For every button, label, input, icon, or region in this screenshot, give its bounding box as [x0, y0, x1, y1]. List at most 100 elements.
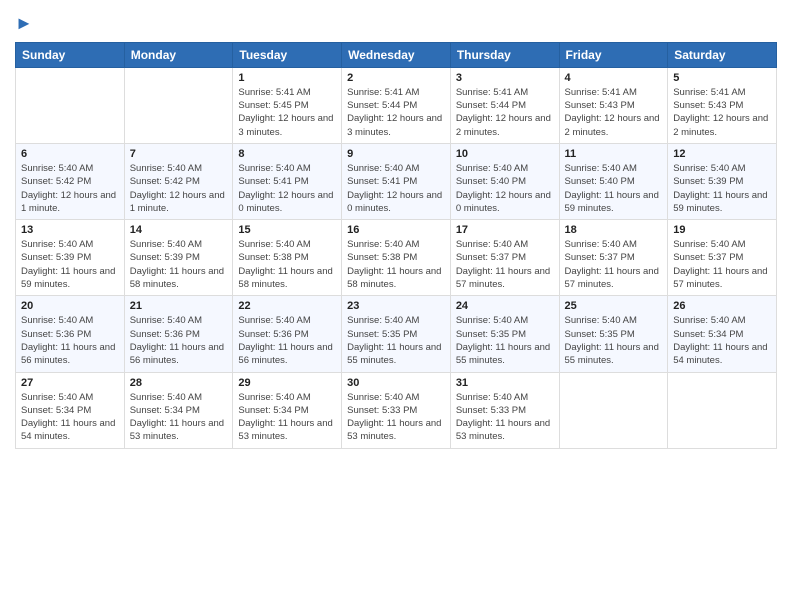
day-number: 11: [565, 148, 663, 160]
day-info: Sunrise: 5:40 AM Sunset: 5:39 PM Dayligh…: [673, 162, 771, 215]
logo-text: ►: [15, 14, 33, 34]
calendar-day-cell: 21 Sunrise: 5:40 AM Sunset: 5:36 PM Dayli…: [124, 296, 233, 372]
day-info: Sunrise: 5:40 AM Sunset: 5:33 PM Dayligh…: [347, 391, 445, 444]
day-number: 9: [347, 148, 445, 160]
day-info: Sunrise: 5:40 AM Sunset: 5:34 PM Dayligh…: [238, 391, 336, 444]
day-number: 28: [130, 377, 228, 389]
calendar-day-cell: 19 Sunrise: 5:40 AM Sunset: 5:37 PM Dayli…: [668, 220, 777, 296]
day-info: Sunrise: 5:41 AM Sunset: 5:44 PM Dayligh…: [347, 86, 445, 139]
day-number: 23: [347, 300, 445, 312]
calendar-day-cell: 15Sunrise: 5:40 AM Sunset: 5:38 PM Dayli…: [233, 220, 342, 296]
day-info: Sunrise: 5:41 AM Sunset: 5:43 PM Dayligh…: [565, 86, 663, 139]
day-info: Sunrise: 5:40 AM Sunset: 5:40 PM Dayligh…: [565, 162, 663, 215]
calendar-day-cell: 30 Sunrise: 5:40 AM Sunset: 5:33 PM Dayli…: [342, 372, 451, 448]
day-number: 24: [456, 300, 554, 312]
calendar-day-cell: 13 Sunrise: 5:40 AM Sunset: 5:39 PM Dayli…: [16, 220, 125, 296]
day-number: 29: [238, 377, 336, 389]
calendar-day-cell: 5Sunrise: 5:41 AM Sunset: 5:43 PM Daylig…: [668, 67, 777, 143]
calendar-day-cell: 27 Sunrise: 5:40 AM Sunset: 5:34 PM Dayli…: [16, 372, 125, 448]
calendar-day-cell: [124, 67, 233, 143]
calendar-day-cell: 18 Sunrise: 5:40 AM Sunset: 5:37 PM Dayli…: [559, 220, 668, 296]
calendar-day-cell: 3 Sunrise: 5:41 AM Sunset: 5:44 PM Daylig…: [450, 67, 559, 143]
day-number: 21: [130, 300, 228, 312]
calendar-week-row: 13 Sunrise: 5:40 AM Sunset: 5:39 PM Dayli…: [16, 220, 777, 296]
day-of-week-header: Sunday: [16, 42, 125, 67]
day-info: Sunrise: 5:40 AM Sunset: 5:39 PM Dayligh…: [21, 238, 119, 291]
day-info: Sunrise: 5:40 AM Sunset: 5:38 PM Dayligh…: [238, 238, 336, 291]
calendar-day-cell: 24 Sunrise: 5:40 AM Sunset: 5:35 PM Dayli…: [450, 296, 559, 372]
day-number: 22: [238, 300, 336, 312]
day-info: Sunrise: 5:40 AM Sunset: 5:36 PM Dayligh…: [238, 314, 336, 367]
calendar-day-cell: 7 Sunrise: 5:40 AM Sunset: 5:42 PM Daylig…: [124, 143, 233, 219]
calendar-day-cell: 26 Sunrise: 5:40 AM Sunset: 5:34 PM Dayli…: [668, 296, 777, 372]
day-info: Sunrise: 5:40 AM Sunset: 5:41 PM Dayligh…: [238, 162, 336, 215]
day-info: Sunrise: 5:40 AM Sunset: 5:34 PM Dayligh…: [21, 391, 119, 444]
calendar-day-cell: 14Sunrise: 5:40 AM Sunset: 5:39 PM Dayli…: [124, 220, 233, 296]
calendar-day-cell: 25 Sunrise: 5:40 AM Sunset: 5:35 PM Dayli…: [559, 296, 668, 372]
day-info: Sunrise: 5:40 AM Sunset: 5:35 PM Dayligh…: [565, 314, 663, 367]
day-number: 13: [21, 224, 119, 236]
day-info: Sunrise: 5:41 AM Sunset: 5:43 PM Dayligh…: [673, 86, 771, 139]
day-info: Sunrise: 5:40 AM Sunset: 5:40 PM Dayligh…: [456, 162, 554, 215]
day-number: 27: [21, 377, 119, 389]
calendar: SundayMondayTuesdayWednesdayThursdayFrid…: [15, 42, 777, 449]
day-info: Sunrise: 5:40 AM Sunset: 5:34 PM Dayligh…: [130, 391, 228, 444]
calendar-week-row: 27 Sunrise: 5:40 AM Sunset: 5:34 PM Dayli…: [16, 372, 777, 448]
day-info: Sunrise: 5:40 AM Sunset: 5:39 PM Dayligh…: [130, 238, 228, 291]
logo: ►: [15, 14, 33, 34]
day-number: 26: [673, 300, 771, 312]
day-number: 18: [565, 224, 663, 236]
day-info: Sunrise: 5:41 AM Sunset: 5:44 PM Dayligh…: [456, 86, 554, 139]
day-number: 19: [673, 224, 771, 236]
day-info: Sunrise: 5:40 AM Sunset: 5:35 PM Dayligh…: [456, 314, 554, 367]
day-number: 31: [456, 377, 554, 389]
day-info: Sunrise: 5:41 AM Sunset: 5:45 PM Dayligh…: [238, 86, 336, 139]
calendar-day-cell: 9 Sunrise: 5:40 AM Sunset: 5:41 PM Daylig…: [342, 143, 451, 219]
calendar-day-cell: 23 Sunrise: 5:40 AM Sunset: 5:35 PM Dayli…: [342, 296, 451, 372]
day-info: Sunrise: 5:40 AM Sunset: 5:42 PM Dayligh…: [130, 162, 228, 215]
calendar-day-cell: 29 Sunrise: 5:40 AM Sunset: 5:34 PM Dayli…: [233, 372, 342, 448]
calendar-header-row: SundayMondayTuesdayWednesdayThursdayFrid…: [16, 42, 777, 67]
calendar-day-cell: 31 Sunrise: 5:40 AM Sunset: 5:33 PM Dayli…: [450, 372, 559, 448]
header: ►: [15, 10, 777, 34]
day-info: Sunrise: 5:40 AM Sunset: 5:34 PM Dayligh…: [673, 314, 771, 367]
calendar-day-cell: 22 Sunrise: 5:40 AM Sunset: 5:36 PM Dayli…: [233, 296, 342, 372]
calendar-day-cell: 16Sunrise: 5:40 AM Sunset: 5:38 PM Dayli…: [342, 220, 451, 296]
day-number: 3: [456, 72, 554, 84]
day-number: 16: [347, 224, 445, 236]
calendar-week-row: 6Sunrise: 5:40 AM Sunset: 5:42 PM Daylig…: [16, 143, 777, 219]
day-of-week-header: Friday: [559, 42, 668, 67]
day-info: Sunrise: 5:40 AM Sunset: 5:37 PM Dayligh…: [456, 238, 554, 291]
logo-blue: ►: [15, 13, 33, 33]
calendar-day-cell: 28 Sunrise: 5:40 AM Sunset: 5:34 PM Dayli…: [124, 372, 233, 448]
day-number: 25: [565, 300, 663, 312]
calendar-week-row: 20 Sunrise: 5:40 AM Sunset: 5:36 PM Dayli…: [16, 296, 777, 372]
calendar-day-cell: 10 Sunrise: 5:40 AM Sunset: 5:40 PM Dayli…: [450, 143, 559, 219]
day-info: Sunrise: 5:40 AM Sunset: 5:33 PM Dayligh…: [456, 391, 554, 444]
day-number: 2: [347, 72, 445, 84]
day-info: Sunrise: 5:40 AM Sunset: 5:36 PM Dayligh…: [21, 314, 119, 367]
day-number: 1: [238, 72, 336, 84]
day-info: Sunrise: 5:40 AM Sunset: 5:41 PM Dayligh…: [347, 162, 445, 215]
day-info: Sunrise: 5:40 AM Sunset: 5:37 PM Dayligh…: [673, 238, 771, 291]
calendar-day-cell: 2 Sunrise: 5:41 AM Sunset: 5:44 PM Daylig…: [342, 67, 451, 143]
calendar-day-cell: [16, 67, 125, 143]
calendar-day-cell: 20 Sunrise: 5:40 AM Sunset: 5:36 PM Dayli…: [16, 296, 125, 372]
calendar-day-cell: 4Sunrise: 5:41 AM Sunset: 5:43 PM Daylig…: [559, 67, 668, 143]
calendar-day-cell: 6Sunrise: 5:40 AM Sunset: 5:42 PM Daylig…: [16, 143, 125, 219]
day-info: Sunrise: 5:40 AM Sunset: 5:37 PM Dayligh…: [565, 238, 663, 291]
day-number: 17: [456, 224, 554, 236]
day-info: Sunrise: 5:40 AM Sunset: 5:35 PM Dayligh…: [347, 314, 445, 367]
day-number: 8: [238, 148, 336, 160]
day-number: 7: [130, 148, 228, 160]
calendar-day-cell: 8 Sunrise: 5:40 AM Sunset: 5:41 PM Daylig…: [233, 143, 342, 219]
day-info: Sunrise: 5:40 AM Sunset: 5:36 PM Dayligh…: [130, 314, 228, 367]
day-number: 10: [456, 148, 554, 160]
day-of-week-header: Saturday: [668, 42, 777, 67]
day-of-week-header: Wednesday: [342, 42, 451, 67]
calendar-day-cell: 1 Sunrise: 5:41 AM Sunset: 5:45 PM Daylig…: [233, 67, 342, 143]
day-number: 20: [21, 300, 119, 312]
calendar-day-cell: [559, 372, 668, 448]
calendar-week-row: 1 Sunrise: 5:41 AM Sunset: 5:45 PM Daylig…: [16, 67, 777, 143]
day-number: 30: [347, 377, 445, 389]
